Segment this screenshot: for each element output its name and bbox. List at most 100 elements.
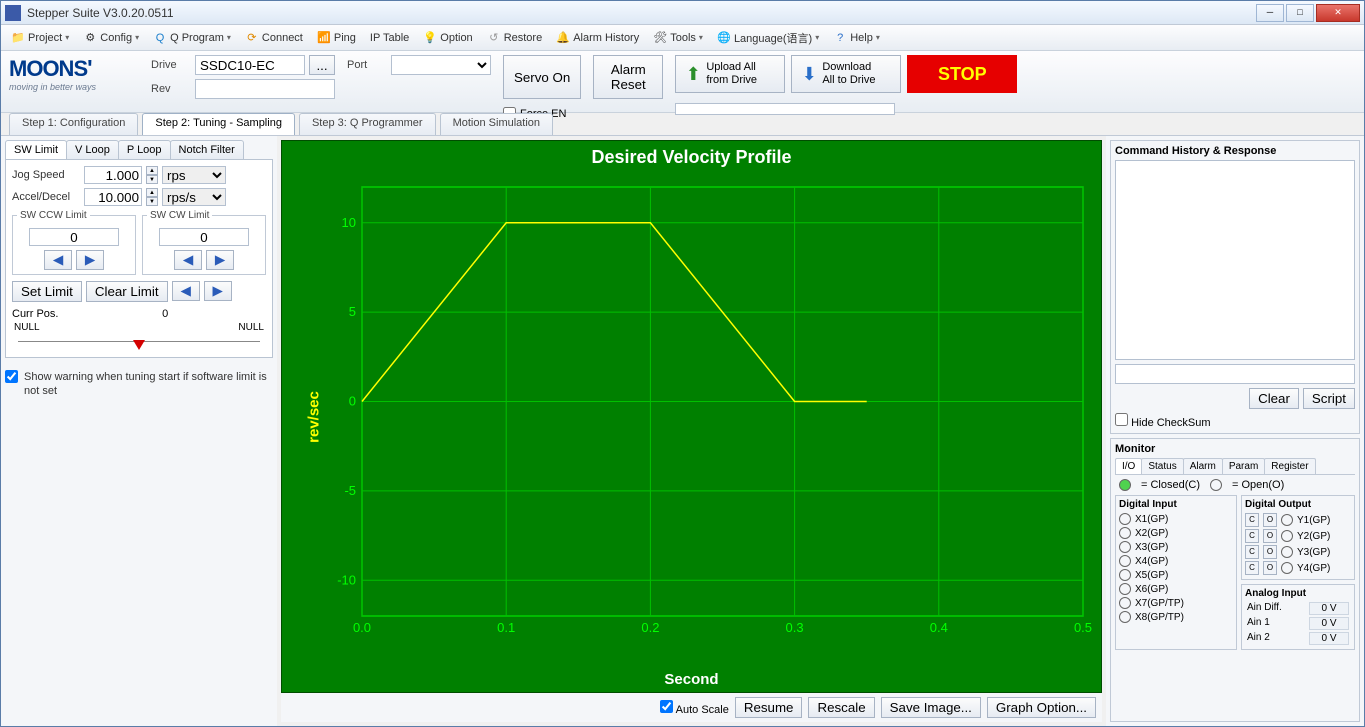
menu-config[interactable]: ⚙Config▾: [77, 29, 145, 47]
jog-up[interactable]: ▲: [146, 166, 158, 175]
menu-connect[interactable]: ⟳Connect: [239, 29, 309, 47]
accel-up[interactable]: ▲: [146, 188, 158, 197]
servo-on-button[interactable]: Servo On: [503, 55, 581, 99]
menu-ping[interactable]: 📶Ping: [311, 29, 362, 47]
menu-help[interactable]: ?Help▾: [827, 29, 886, 47]
accel-down[interactable]: ▼: [146, 197, 158, 206]
menu-alarm-history[interactable]: 🔔Alarm History: [550, 29, 645, 47]
dout-o-button[interactable]: O: [1263, 513, 1277, 527]
show-warning-checkbox[interactable]: [5, 370, 18, 383]
monitor-tab-alarm[interactable]: Alarm: [1183, 458, 1223, 474]
drive-input[interactable]: [195, 55, 305, 75]
minimize-button[interactable]: ─: [1256, 4, 1284, 22]
tab-step3[interactable]: Step 3: Q Programmer: [299, 113, 436, 135]
din-item: X2(GP): [1119, 526, 1233, 540]
menu-option[interactable]: 💡Option: [417, 29, 478, 47]
upload-all-button[interactable]: ⬆ Upload Allfrom Drive: [675, 55, 785, 93]
script-button[interactable]: Script: [1303, 388, 1355, 409]
logo-sub: moving in better ways: [9, 82, 139, 92]
dout-o-button[interactable]: O: [1263, 529, 1277, 543]
menu-iptable[interactable]: IP Table: [364, 30, 415, 46]
null-left: NULL: [14, 322, 40, 333]
menu-restore[interactable]: ↺Restore: [481, 29, 549, 47]
menu-qprogram[interactable]: QQ Program▾: [147, 29, 237, 47]
alarm-reset-button[interactable]: AlarmReset: [593, 55, 663, 99]
monitor-tab-status[interactable]: Status: [1141, 458, 1183, 474]
menubar: 📁Project▾ ⚙Config▾ QQ Program▾ ⟳Connect …: [1, 25, 1364, 51]
command-history-title: Command History & Response: [1115, 145, 1355, 157]
port-select[interactable]: [391, 55, 491, 75]
monitor-tab-register[interactable]: Register: [1264, 458, 1315, 474]
position-slider[interactable]: [18, 341, 260, 351]
sw-ccw-limit-group: SW CCW Limit ◀ ▶: [12, 210, 136, 275]
din-item: X8(GP/TP): [1119, 610, 1233, 624]
subtab-v-loop[interactable]: V Loop: [66, 140, 119, 159]
dout-o-button[interactable]: O: [1263, 545, 1277, 559]
graph-option-button[interactable]: Graph Option...: [987, 697, 1096, 718]
cw-left-button[interactable]: ◀: [174, 250, 202, 270]
dout-c-button[interactable]: C: [1245, 529, 1259, 543]
clear-history-button[interactable]: Clear: [1249, 388, 1299, 409]
monitor-tab-param[interactable]: Param: [1222, 458, 1265, 474]
maximize-button[interactable]: □: [1286, 4, 1314, 22]
rev-input[interactable]: [195, 79, 335, 99]
step-tabs: Step 1: Configuration Step 2: Tuning - S…: [1, 113, 1364, 135]
logo: MOONS' moving in better ways: [9, 55, 139, 92]
save-image-button[interactable]: Save Image...: [881, 697, 981, 718]
close-button[interactable]: ✕: [1316, 4, 1360, 22]
dout-c-button[interactable]: C: [1245, 561, 1259, 575]
tab-step1[interactable]: Step 1: Configuration: [9, 113, 138, 135]
auto-scale-label: Auto Scale: [660, 700, 729, 716]
sw-cw-limit-group: SW CW Limit ◀ ▶: [142, 210, 266, 275]
subtab-sw-limit[interactable]: SW Limit: [5, 140, 67, 159]
download-all-button[interactable]: ⬇ DownloadAll to Drive: [791, 55, 901, 93]
hide-checksum-checkbox[interactable]: [1115, 413, 1128, 426]
chart-ylabel: rev/sec: [305, 391, 322, 443]
ccw-limit-input[interactable]: [29, 228, 119, 246]
status-dot: [1119, 513, 1131, 525]
history-textarea[interactable]: [1115, 160, 1355, 360]
cw-limit-input[interactable]: [159, 228, 249, 246]
ain-value: 0 V: [1309, 632, 1349, 645]
jog-speed-unit[interactable]: rps: [162, 166, 226, 184]
accel-unit[interactable]: rps/s: [162, 188, 226, 206]
menu-language[interactable]: 🌐Language(语言)▾: [711, 28, 825, 48]
monitor-tab-io[interactable]: I/O: [1115, 458, 1142, 474]
chart-area: Desired Velocity Profile rev/sec Second …: [281, 140, 1102, 693]
stop-button[interactable]: STOP: [907, 55, 1017, 93]
jog-down[interactable]: ▼: [146, 175, 158, 184]
step-left-button[interactable]: ◀: [172, 281, 200, 301]
tab-motion-sim[interactable]: Motion Simulation: [440, 113, 553, 135]
command-input[interactable]: [1115, 364, 1355, 384]
jog-speed-input[interactable]: [84, 166, 142, 184]
status-dot: [1281, 546, 1293, 558]
dout-label: Y3(GP): [1297, 547, 1330, 558]
subtab-p-loop[interactable]: P Loop: [118, 140, 171, 159]
dout-o-button[interactable]: O: [1263, 561, 1277, 575]
titlebar: Stepper Suite V3.0.20.0511 ─ □ ✕: [1, 1, 1364, 25]
step-right-button[interactable]: ▶: [204, 281, 232, 301]
tab-step2[interactable]: Step 2: Tuning - Sampling: [142, 113, 295, 135]
dout-c-button[interactable]: C: [1245, 513, 1259, 527]
ccw-left-button[interactable]: ◀: [44, 250, 72, 270]
resume-button[interactable]: Resume: [735, 697, 803, 718]
set-limit-button[interactable]: Set Limit: [12, 281, 82, 302]
accel-input[interactable]: [84, 188, 142, 206]
drive-browse-button[interactable]: ...: [309, 55, 335, 75]
rescale-button[interactable]: Rescale: [808, 697, 874, 718]
dout-c-button[interactable]: C: [1245, 545, 1259, 559]
status-dot: [1119, 555, 1131, 567]
drive-label: Drive: [151, 59, 191, 71]
menu-tools[interactable]: 🛠Tools▾: [647, 29, 709, 47]
svg-text:0.4: 0.4: [930, 620, 948, 635]
slider-thumb[interactable]: [133, 340, 145, 350]
rev-label: Rev: [151, 83, 191, 95]
jog-speed-label: Jog Speed: [12, 169, 80, 181]
menu-project[interactable]: 📁Project▾: [5, 29, 75, 47]
auto-scale-checkbox[interactable]: [660, 700, 673, 713]
curr-pos-value: 0: [64, 308, 266, 320]
clear-limit-button[interactable]: Clear Limit: [86, 281, 168, 302]
subtab-notch[interactable]: Notch Filter: [170, 140, 244, 159]
ccw-right-button[interactable]: ▶: [76, 250, 104, 270]
cw-right-button[interactable]: ▶: [206, 250, 234, 270]
